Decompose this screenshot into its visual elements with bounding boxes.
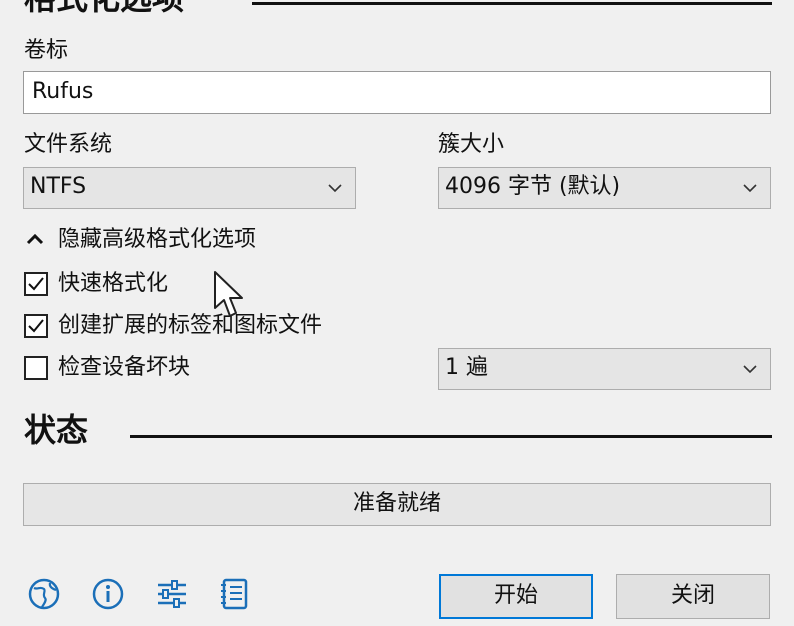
format-options-title: 格式化选项 [24, 0, 184, 14]
extended-label-option[interactable]: 创建扩展的标签和图标文件 [24, 313, 322, 339]
bad-blocks-checkbox[interactable] [24, 356, 48, 380]
log-icon[interactable] [216, 576, 252, 612]
bad-blocks-option[interactable]: 检查设备坏块 [24, 355, 190, 381]
quick-format-option[interactable]: 快速格式化 [24, 271, 168, 297]
format-options-divider [252, 2, 772, 5]
info-icon[interactable] [90, 576, 126, 612]
checkmark-icon [28, 277, 44, 291]
filesystem-select[interactable]: NTFS [23, 167, 356, 209]
settings-sliders-icon[interactable] [154, 576, 190, 612]
status-text: 准备就绪 [352, 491, 441, 516]
globe-icon[interactable] [26, 576, 62, 612]
close-button[interactable]: 关闭 [616, 574, 770, 619]
status-title: 状态 [24, 411, 89, 449]
filesystem-label: 文件系统 [24, 132, 113, 157]
bad-blocks-label: 检查设备坏块 [58, 355, 191, 380]
advanced-options-label: 隐藏高级格式化选项 [58, 227, 257, 252]
start-button[interactable]: 开始 [439, 574, 593, 619]
volume-label-label: 卷标 [24, 38, 69, 63]
chevron-down-icon [328, 184, 342, 193]
cluster-size-label: 簇大小 [438, 132, 505, 157]
quick-format-label: 快速格式化 [58, 271, 169, 296]
filesystem-value: NTFS [30, 174, 87, 199]
checkmark-icon [28, 319, 44, 333]
cluster-size-value: 4096 字节 (默认) [445, 174, 621, 199]
volume-label-input[interactable]: Rufus [23, 71, 771, 114]
passes-select[interactable]: 1 遍 [438, 348, 771, 390]
status-bar: 准备就绪 [23, 483, 771, 526]
mouse-cursor-icon [214, 271, 243, 317]
extended-label-label: 创建扩展的标签和图标文件 [58, 313, 323, 338]
chevron-down-icon [743, 365, 757, 374]
cluster-size-select[interactable]: 4096 字节 (默认) [438, 167, 771, 209]
extended-label-checkbox[interactable] [24, 314, 48, 338]
chevron-down-icon [743, 184, 757, 193]
status-divider [130, 435, 772, 438]
chevron-up-icon [26, 233, 44, 245]
passes-value: 1 遍 [445, 355, 488, 380]
quick-format-checkbox[interactable] [24, 272, 48, 296]
advanced-options-toggle[interactable]: 隐藏高级格式化选项 [24, 226, 256, 254]
